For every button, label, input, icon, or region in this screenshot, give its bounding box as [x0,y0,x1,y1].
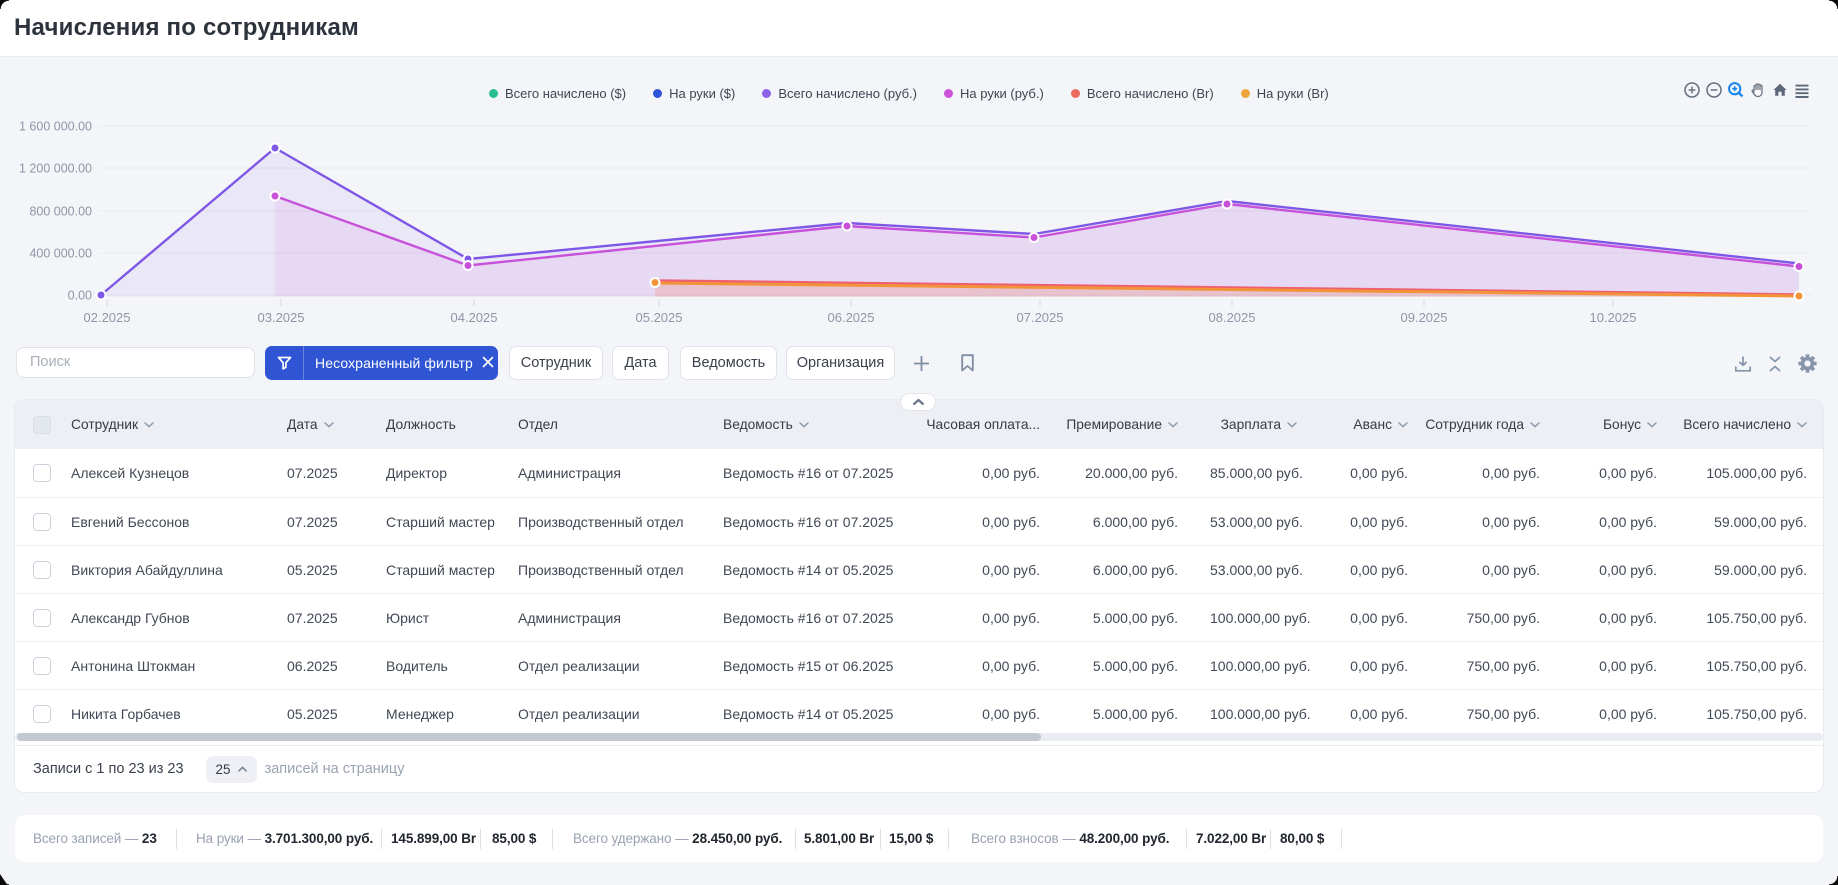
svg-text:04.2025: 04.2025 [451,310,498,325]
svg-text:08.2025: 08.2025 [1209,310,1256,325]
svg-text:05.2025: 05.2025 [636,310,683,325]
svg-text:06.2025: 06.2025 [828,310,875,325]
svg-text:03.2025: 03.2025 [258,310,305,325]
svg-text:10.2025: 10.2025 [1590,310,1637,325]
svg-text:1 600 000.00: 1 600 000.00 [19,120,92,134]
svg-text:1 200 000.00: 1 200 000.00 [19,162,92,176]
svg-text:400 000.00: 400 000.00 [29,247,92,261]
svg-text:09.2025: 09.2025 [1401,310,1448,325]
svg-text:07.2025: 07.2025 [1017,310,1064,325]
svg-text:0.00: 0.00 [68,289,92,303]
svg-text:02.2025: 02.2025 [84,310,131,325]
svg-text:800 000.00: 800 000.00 [29,205,92,219]
